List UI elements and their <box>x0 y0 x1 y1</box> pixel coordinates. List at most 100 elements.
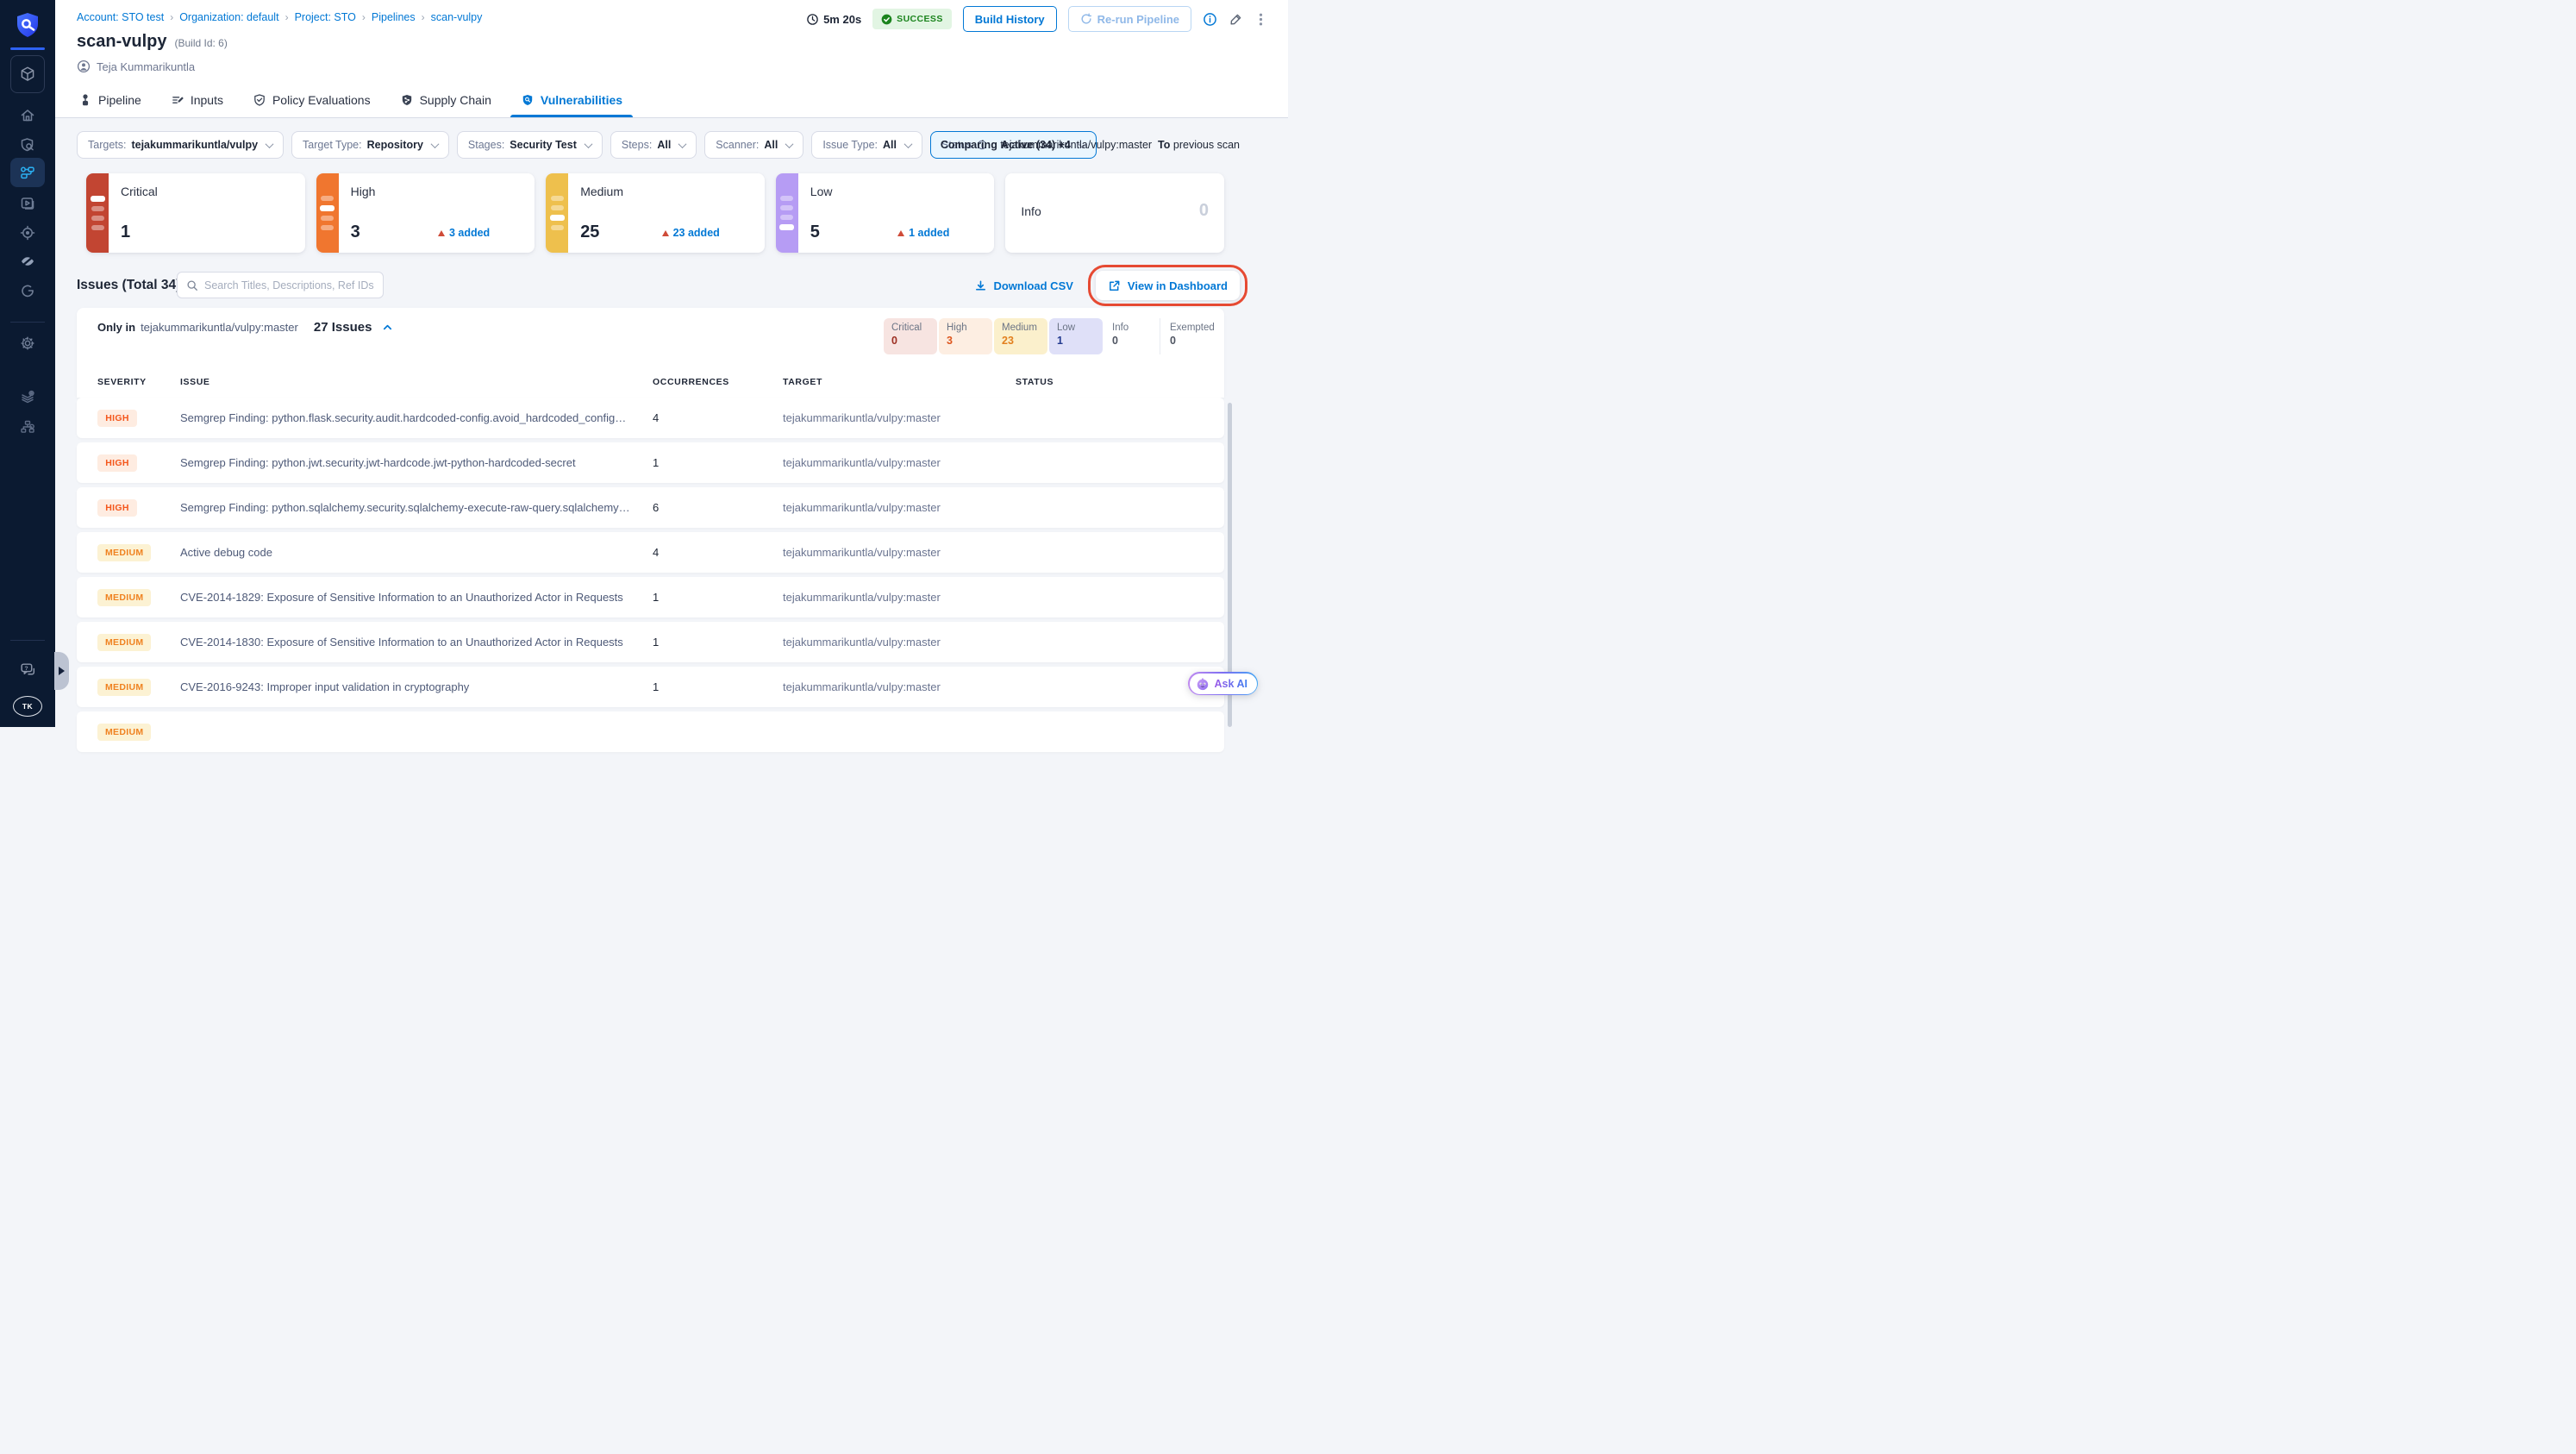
supply-chain-tab-icon <box>400 93 414 107</box>
breadcrumb-separator: › <box>361 11 366 23</box>
filter-steps[interactable]: Steps: All <box>610 131 697 159</box>
occurrences-value: 1 <box>653 456 660 469</box>
tab-vulnerabilities[interactable]: Vulnerabilities <box>510 83 634 117</box>
kebab-menu-icon[interactable] <box>1254 12 1267 27</box>
clock-icon <box>806 13 819 26</box>
pipeline-tab-icon <box>78 93 92 107</box>
home-icon[interactable] <box>19 107 36 124</box>
medium-card[interactable]: Medium 25 23 added <box>546 173 765 253</box>
module-selector-tile[interactable] <box>10 55 45 93</box>
cube-icon <box>18 65 37 84</box>
filter-stages[interactable]: Stages: Security Test <box>456 131 603 159</box>
medium-gauge-icon <box>546 173 569 253</box>
sto-shield-logo-icon[interactable] <box>12 9 43 41</box>
filter-issue-type[interactable]: Issue Type: All <box>811 131 922 159</box>
target-value: tejakummarikuntla/vulpy:master <box>783 456 941 469</box>
build-history-button[interactable]: Build History <box>962 6 1057 32</box>
tab-inputs[interactable]: Inputs <box>169 83 225 117</box>
issue-title: CVE-2016-9243: Improper input validation… <box>180 680 470 693</box>
tab-pipeline[interactable]: Pipeline <box>77 83 143 117</box>
target-icon[interactable] <box>19 224 36 241</box>
breadcrumb-account[interactable]: Account: STO test <box>77 11 164 23</box>
info-icon[interactable] <box>1203 12 1217 27</box>
target-value: tejakummarikuntla/vulpy:master <box>783 546 941 559</box>
severity-badge: MEDIUM <box>97 678 152 696</box>
rerun-pipeline-button[interactable]: Re-run Pipeline <box>1067 6 1191 32</box>
table-row[interactable]: MEDIUM CVE-2014-1830: Exposure of Sensit… <box>77 622 1224 662</box>
power-icon[interactable] <box>19 282 36 299</box>
critical-gauge-icon <box>86 173 109 253</box>
layers-settings-icon[interactable] <box>19 388 36 405</box>
sidebar-expand-handle[interactable] <box>54 652 69 690</box>
shield-search-icon[interactable] <box>19 136 36 154</box>
chevron-down-icon <box>265 139 274 148</box>
inputs-tab-icon <box>171 93 184 107</box>
filter-scanner[interactable]: Scanner: All <box>704 131 804 159</box>
network-settings-icon[interactable] <box>19 418 36 436</box>
chip-exempted[interactable]: Exempted 0 <box>1162 318 1216 354</box>
breadcrumb-pipelines[interactable]: Pipelines <box>372 11 416 23</box>
chip-low[interactable]: Low 1 <box>1049 318 1103 354</box>
chip-medium[interactable]: Medium 23 <box>994 318 1047 354</box>
ai-bot-icon <box>1196 677 1210 691</box>
group-header[interactable]: Only in tejakummarikuntla/vulpy:master 2… <box>97 320 393 335</box>
ask-ai-button[interactable]: Ask AI <box>1188 672 1259 695</box>
executions-icon[interactable] <box>19 195 36 212</box>
col-target: TARGET <box>783 377 822 387</box>
issues-toolbar: Issues (Total 34) Download CSV View in D… <box>77 265 1247 306</box>
chevron-up-icon[interactable] <box>382 322 393 333</box>
issues-table-body: HIGH Semgrep Finding: python.flask.secur… <box>77 398 1224 756</box>
table-row[interactable]: MEDIUM CVE-2014-1829: Exposure of Sensit… <box>77 577 1224 617</box>
tab-supply-chain[interactable]: Supply Chain <box>398 83 493 117</box>
high-card[interactable]: High 3 3 added <box>316 173 535 253</box>
severity-badge: MEDIUM <box>97 633 152 651</box>
download-csv-button[interactable]: Download CSV <box>974 279 1073 292</box>
table-row[interactable]: HIGH Semgrep Finding: python.sqlalchemy.… <box>77 487 1224 528</box>
info-card[interactable]: Info 0 <box>1005 173 1224 253</box>
table-row[interactable]: HIGH Semgrep Finding: python.jwt.securit… <box>77 442 1224 483</box>
target-value: tejakummarikuntla/vulpy:master <box>783 501 941 514</box>
col-status: STATUS <box>1016 377 1054 387</box>
critical-card[interactable]: Critical 1 <box>86 173 305 253</box>
table-row-partial[interactable]: MEDIUM <box>77 711 1224 752</box>
pipelines-nav-active[interactable] <box>10 158 45 187</box>
chip-critical[interactable]: Critical 0 <box>884 318 937 354</box>
breadcrumb-organization[interactable]: Organization: default <box>179 11 278 23</box>
target-value: tejakummarikuntla/vulpy:master <box>783 411 941 424</box>
eye-off-icon[interactable] <box>19 253 36 270</box>
occurrences-value: 1 <box>653 680 660 693</box>
external-link-icon <box>1108 279 1121 292</box>
help-chat-icon[interactable]: ? <box>19 661 36 678</box>
view-in-dashboard-button[interactable]: View in Dashboard <box>1095 271 1240 300</box>
build-duration: 5m 20s <box>806 13 861 26</box>
user-avatar[interactable]: TK <box>13 696 42 717</box>
tab-policy-evaluations[interactable]: Policy Evaluations <box>251 83 372 117</box>
breadcrumb-separator: › <box>170 11 174 23</box>
edit-pencil-icon[interactable] <box>1229 12 1243 27</box>
table-row[interactable]: MEDIUM Active debug code 4 tejakummariku… <box>77 532 1224 573</box>
search-input[interactable] <box>204 279 374 291</box>
issues-table-card: Only in tejakummarikuntla/vulpy:master 2… <box>77 308 1224 398</box>
occurrences-value: 1 <box>653 636 660 649</box>
svg-text:?: ? <box>25 666 28 672</box>
breadcrumb-current[interactable]: scan-vulpy <box>431 11 483 23</box>
chip-high[interactable]: High 3 <box>939 318 992 354</box>
severity-badge: HIGH <box>97 454 137 472</box>
chevron-down-icon <box>678 139 687 148</box>
triangle-up-icon <box>897 229 905 236</box>
table-row[interactable]: MEDIUM CVE-2016-9243: Improper input val… <box>77 667 1224 707</box>
author-row: Teja Kummarikuntla <box>77 60 195 73</box>
issues-search[interactable] <box>177 272 384 298</box>
issue-title: Semgrep Finding: python.jwt.security.jwt… <box>180 456 576 469</box>
low-card[interactable]: Low 5 1 added <box>775 173 995 253</box>
breadcrumb: Account: STO test › Organization: default… <box>77 11 482 23</box>
severity-badge: HIGH <box>97 409 137 427</box>
settings-gear-icon[interactable] <box>19 335 36 352</box>
filter-targets[interactable]: Targets: tejakummarikuntla/vulpy <box>77 131 284 159</box>
sidebar-divider <box>10 322 45 323</box>
chip-info[interactable]: Info 0 <box>1104 318 1158 354</box>
filter-target-type[interactable]: Target Type: Repository <box>291 131 449 159</box>
breadcrumb-project[interactable]: Project: STO <box>295 11 356 23</box>
breadcrumb-separator: › <box>421 11 425 23</box>
table-row[interactable]: HIGH Semgrep Finding: python.flask.secur… <box>77 398 1224 438</box>
